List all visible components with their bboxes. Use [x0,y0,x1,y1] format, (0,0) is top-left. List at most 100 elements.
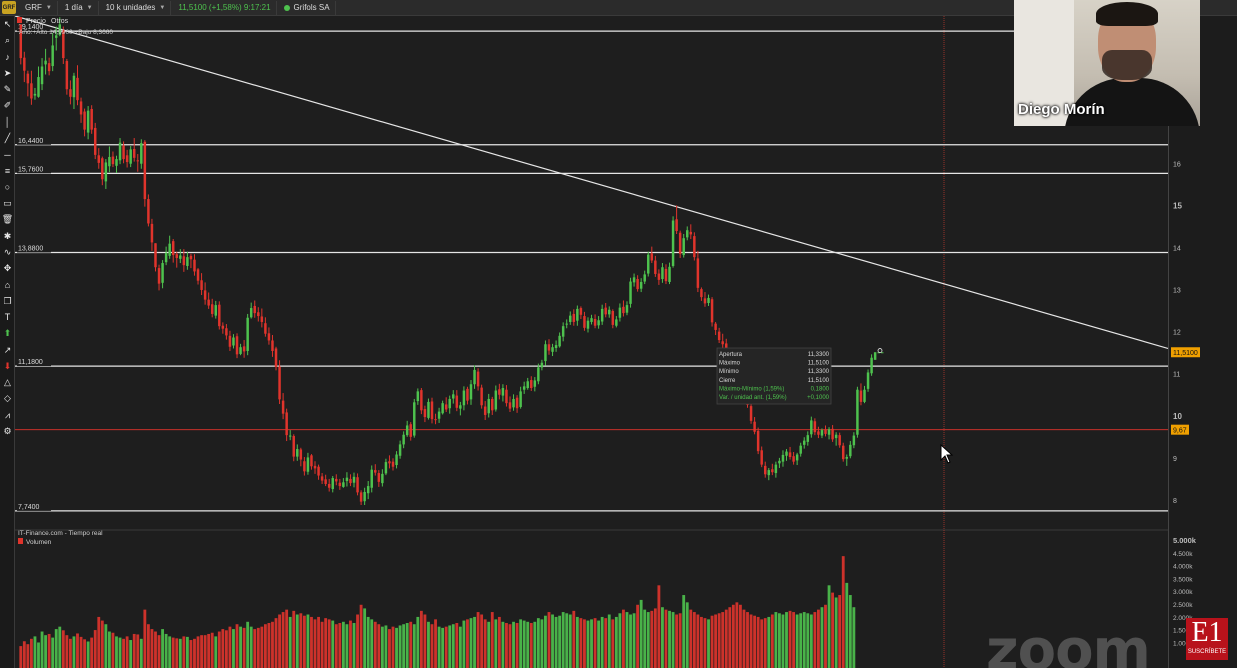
candle-body [260,316,264,322]
price-tick-label: 11 [1173,372,1180,379]
price-tick-label: 16 [1173,161,1181,168]
trend-line-icon[interactable]: ╱ [0,130,15,146]
volume-bar [115,636,118,668]
interval-select[interactable]: 1 día ▼ [60,0,99,15]
fib-icon[interactable]: ≡ [0,163,15,179]
price-chart[interactable]: 19,140016,440015,760013,880011,18007,740… [15,16,1168,668]
candle-body [235,336,239,355]
volume-bar [827,585,831,668]
arrow-down-icon[interactable]: ⬇ [0,358,15,374]
volume-bar [377,624,381,668]
app-logo-icon: GRF [2,1,16,14]
candle-body [721,341,724,345]
candle-body [26,73,30,84]
volume-bar [508,624,512,668]
ellipse-icon[interactable]: ○ [0,179,15,195]
volume-bar [90,637,94,668]
candle-body [827,429,831,435]
candle-body [455,395,459,408]
rectangle-icon[interactable]: ▭ [0,195,15,211]
pencil-icon[interactable]: ✎ [0,81,15,97]
cursor-icon[interactable]: ↖ [0,16,15,32]
text-icon[interactable]: T [0,309,15,325]
copy-icon[interactable]: ❐ [0,293,15,309]
candle-body [221,325,225,329]
volume-bar [678,613,682,668]
pointer-icon[interactable]: ➤ [0,65,15,81]
candle-body [788,452,792,458]
webcam-person-hair [1096,2,1158,26]
volume-bar [40,631,44,668]
triangle-icon[interactable]: △ [0,375,15,391]
magnet-icon[interactable]: ⌂ [0,277,15,293]
candle-body [452,394,455,399]
volume-bar [380,626,384,668]
volume-bar [189,640,193,668]
pattern-icon[interactable]: ◇ [0,391,15,407]
legend-swatch [17,17,22,23]
volume-bar [455,623,459,668]
candle-body [476,371,480,387]
candle-body [831,428,834,440]
candle-body [370,469,373,488]
candle-body [193,259,196,272]
level-label: 13,8800 [18,246,43,253]
volume-bar [214,636,218,668]
volume-bar [565,613,569,668]
candle-body [157,268,161,284]
volume-bar [643,609,647,668]
candle-body [611,311,615,325]
subscribe-badge[interactable]: E1 SUSCRÍBETE [1186,618,1228,660]
zoom-icon[interactable]: ⌕ [0,32,15,48]
bell-icon[interactable]: ♪ [0,49,15,65]
candle-body [657,273,661,280]
candle-body [774,464,778,474]
candle-body [537,367,540,382]
volume-bar [242,627,246,668]
candle-body [264,323,267,334]
gear-icon[interactable]: ⚙ [0,423,15,439]
candle-body [625,305,629,313]
trash-icon[interactable]: 🗑 [0,212,15,228]
volume-bar [586,620,590,668]
candle-body [210,304,214,314]
volume-bar [497,616,501,668]
volume-bar [639,599,643,668]
candle-body [767,470,771,476]
candle-body [79,101,83,115]
volume-bar [487,621,491,668]
symbol-select[interactable]: GRF ▼ [20,0,58,15]
candle-body [572,313,576,322]
arrow-diag-icon[interactable]: ↗ [0,342,15,358]
volume-bar [451,624,455,668]
tooltip-label: Var. / unidad ant. (1,59%) [719,395,787,401]
move-icon[interactable]: ✥ [0,260,15,276]
volume-bar [409,621,413,668]
candle-body [288,435,292,437]
brush-icon[interactable]: ✐ [0,97,15,113]
volume-bar [583,619,586,668]
last-price-label: 11,5100 [1173,350,1198,357]
candle-body [515,397,519,409]
horizontal-line-icon[interactable]: ─ [0,146,15,162]
tooltip-label: Cierre [719,378,736,384]
volume-bar [721,612,725,668]
vertical-line-icon[interactable]: │ [0,114,15,130]
wave-icon[interactable]: ∿ [0,244,15,260]
zigzag-icon[interactable]: ⩘ [0,407,15,423]
candle-body [802,440,806,445]
candle-body [813,421,817,433]
settings-icon[interactable]: ✱ [0,228,15,244]
chevron-down-icon: ▼ [86,4,93,11]
candle-body [838,435,841,446]
units-select[interactable]: 10 k unidades ▼ [101,0,172,15]
volume-bar [26,644,30,668]
volume-bar [558,615,562,668]
volume-bar [193,638,196,668]
tooltip-value: 11,5100 [808,361,830,367]
volume-bar [33,636,37,668]
candle-body [115,159,118,166]
arrow-up-icon[interactable]: ⬆ [0,326,15,342]
candle-body [647,254,650,274]
candle-body [104,162,108,182]
